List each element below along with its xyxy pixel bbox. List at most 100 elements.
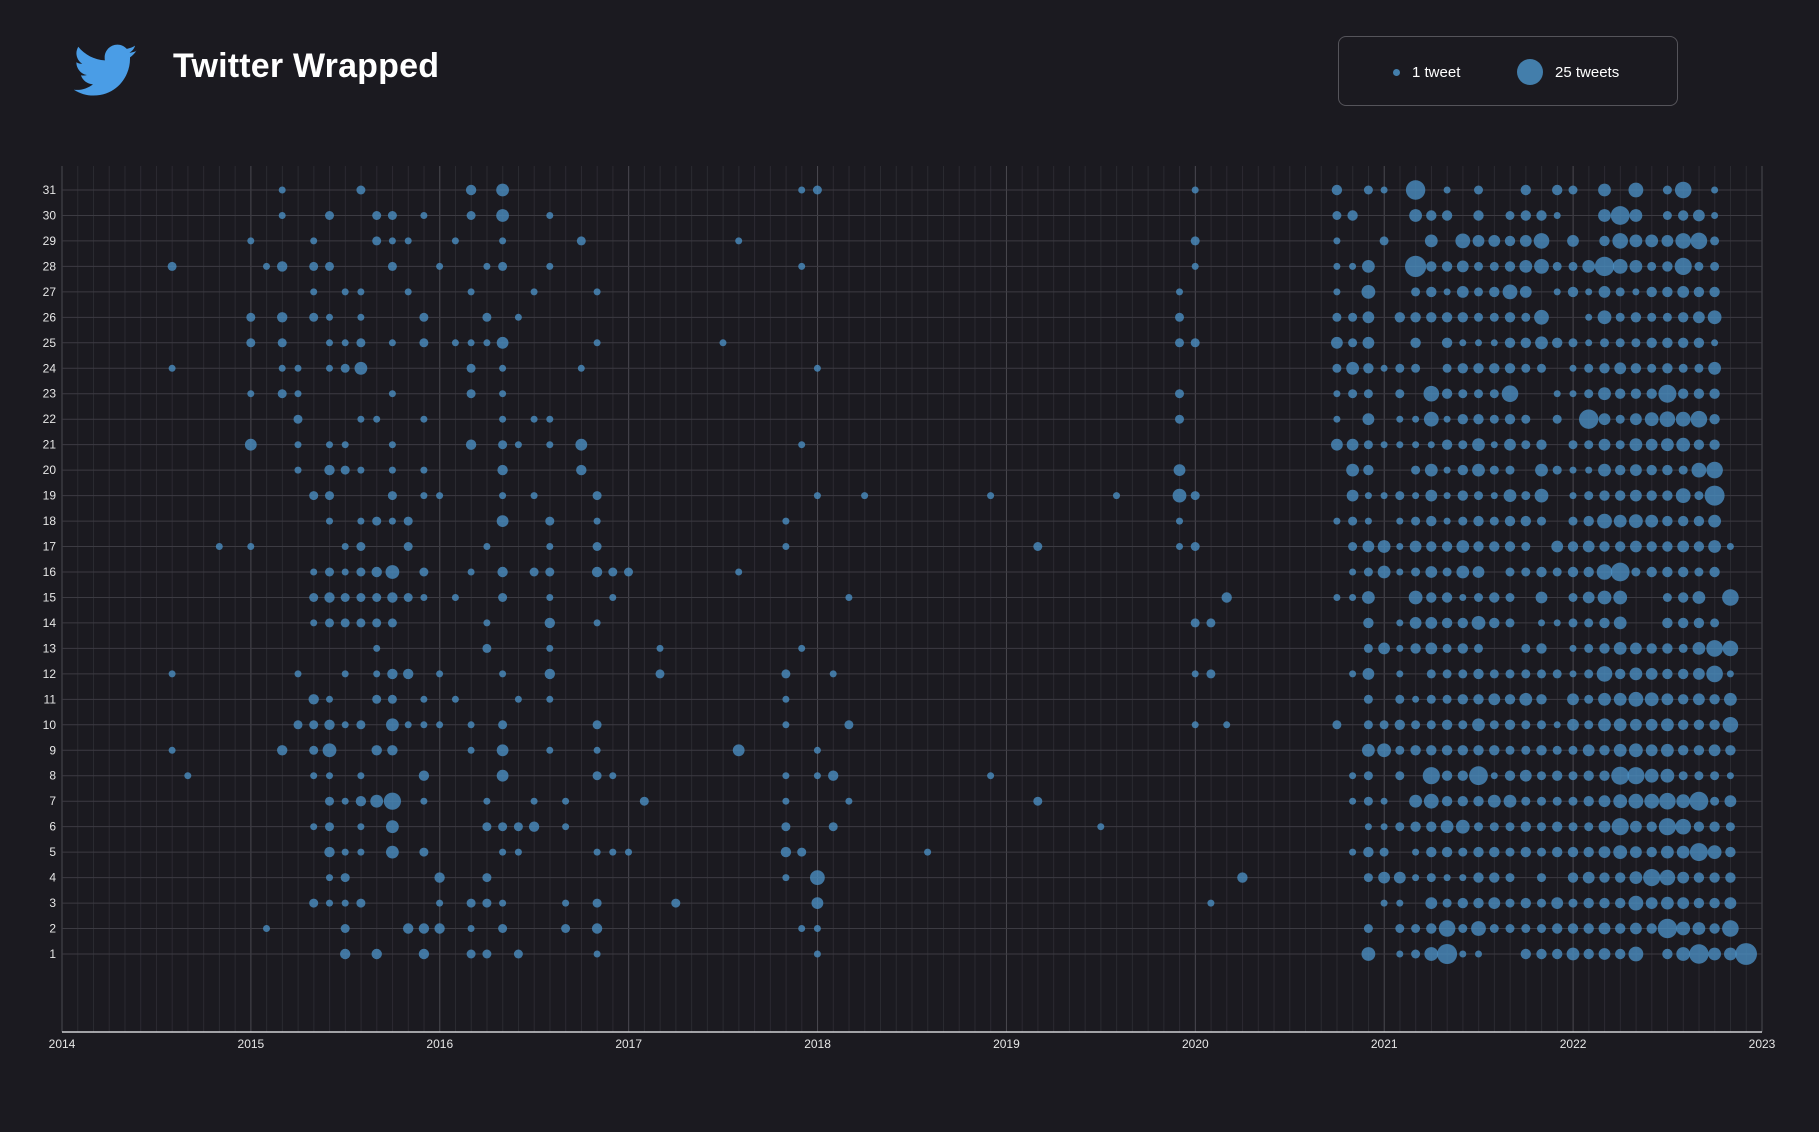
tweet-bubble [340,363,350,373]
tweet-bubble [1678,566,1689,578]
tweet-bubble [1441,617,1453,629]
tweet-bubble [1346,438,1359,451]
tweet-bubble [1411,924,1421,933]
tweet-bubble [1394,312,1406,323]
tweet-bubble [403,923,414,934]
tweet-bubble [1615,440,1625,450]
tweet-bubble [1646,821,1657,832]
tweet-bubble [434,872,445,883]
tweet-bubble [1536,745,1547,756]
y-tick-label: 28 [43,259,57,273]
tweet-bubble [1706,640,1723,657]
tweet-bubble [1567,846,1579,858]
tweet-bubble [1693,439,1705,450]
tweet-bubble [1521,567,1531,577]
tweet-bubble [593,619,601,627]
tweet-bubble [1411,949,1421,959]
tweet-bubble [1690,410,1708,428]
tweet-bubble [356,542,366,551]
tweet-bubble [357,466,365,474]
tweet-bubble [498,440,508,450]
tweet-bubble [577,364,585,372]
tweet-bubble [372,516,382,526]
tweet-bubble [1363,846,1374,858]
tweet-bubble [1474,312,1483,322]
tweet-bubble [1332,211,1342,220]
tweet-bubble [1505,567,1515,577]
tweet-bubble [546,543,554,550]
tweet-bubble [1584,618,1594,628]
tweet-bubble [1504,312,1516,323]
tweet-bubble [1412,848,1420,856]
tweet-bubble [373,415,381,423]
tweet-bubble [1504,770,1516,781]
tweet-bubble [341,721,349,729]
tweet-bubble [1568,898,1578,908]
y-tick-label: 13 [43,641,57,655]
tweet-bubble [530,797,538,805]
tweet-bubble [1659,869,1676,886]
tweet-bubble [1569,670,1577,678]
tweet-bubble [1646,541,1657,552]
tweet-bubble [1380,364,1388,372]
tweet-bubble [388,339,396,347]
tweet-bubble [513,949,523,959]
tweet-bubble [499,237,507,245]
tweet-bubble [309,312,319,322]
tweet-bubble [1426,745,1437,756]
tweet-bubble [1568,745,1578,755]
tweet-bubble [1552,567,1562,577]
tweet-bubble [499,390,507,398]
twitter-bird-icon [74,44,137,96]
tweet-bubble [1610,206,1630,225]
tweet-bubble [1473,414,1484,425]
tweet-bubble [1566,947,1580,961]
tweet-bubble [1537,796,1546,806]
tweet-bubble [294,441,302,449]
legend-dot-small [1393,68,1400,76]
tweet-bubble [1425,489,1438,502]
tweet-bubble [1332,720,1342,730]
tweet-bubble [247,390,255,398]
tweet-bubble [1678,719,1689,730]
tweet-bubble [1395,694,1405,704]
tweet-bubble [1552,796,1562,806]
tweet-bubble [1475,339,1482,347]
tweet-bubble [341,899,349,907]
tweet-bubble [1412,874,1420,882]
tweet-bubble [499,415,507,423]
tweet-bubble [1537,669,1546,679]
tweet-bubble [655,669,665,679]
tweet-bubble [1396,441,1404,449]
tweet-bubble [1456,260,1469,273]
tweet-bubble [404,721,412,729]
tweet-bubble [309,745,319,755]
tweet-bubble [497,566,508,578]
tweet-bubble [310,619,318,627]
tweet-bubble [1502,284,1518,300]
tweet-bubble [244,438,257,451]
tweet-bubble [1474,491,1483,501]
tweet-bubble [1599,541,1610,552]
tweet-bubble [325,618,334,628]
tweet-bubble [1395,771,1405,781]
tweet-bubble [1567,286,1579,298]
tweet-bubble [1585,313,1593,321]
y-tick-label: 22 [43,412,57,426]
y-tick-label: 24 [43,361,57,375]
tweet-bubble [1537,363,1546,373]
tweet-bubble [168,364,176,372]
tweet-bubble [482,949,492,959]
tweet-bubble [1645,718,1658,731]
y-tick-label: 16 [43,565,57,579]
tweet-bubble [1584,822,1594,832]
tweet-bubble [1613,692,1627,706]
tweet-bubble [1426,821,1437,832]
tweet-bubble [341,441,349,449]
tweet-bubble [499,670,507,678]
tweet-bubble [1678,210,1689,221]
tweet-bubble [1459,594,1467,601]
tweet-bubble [1426,846,1437,858]
tweet-bubble [1363,720,1373,730]
tweet-bubble [1190,491,1200,501]
